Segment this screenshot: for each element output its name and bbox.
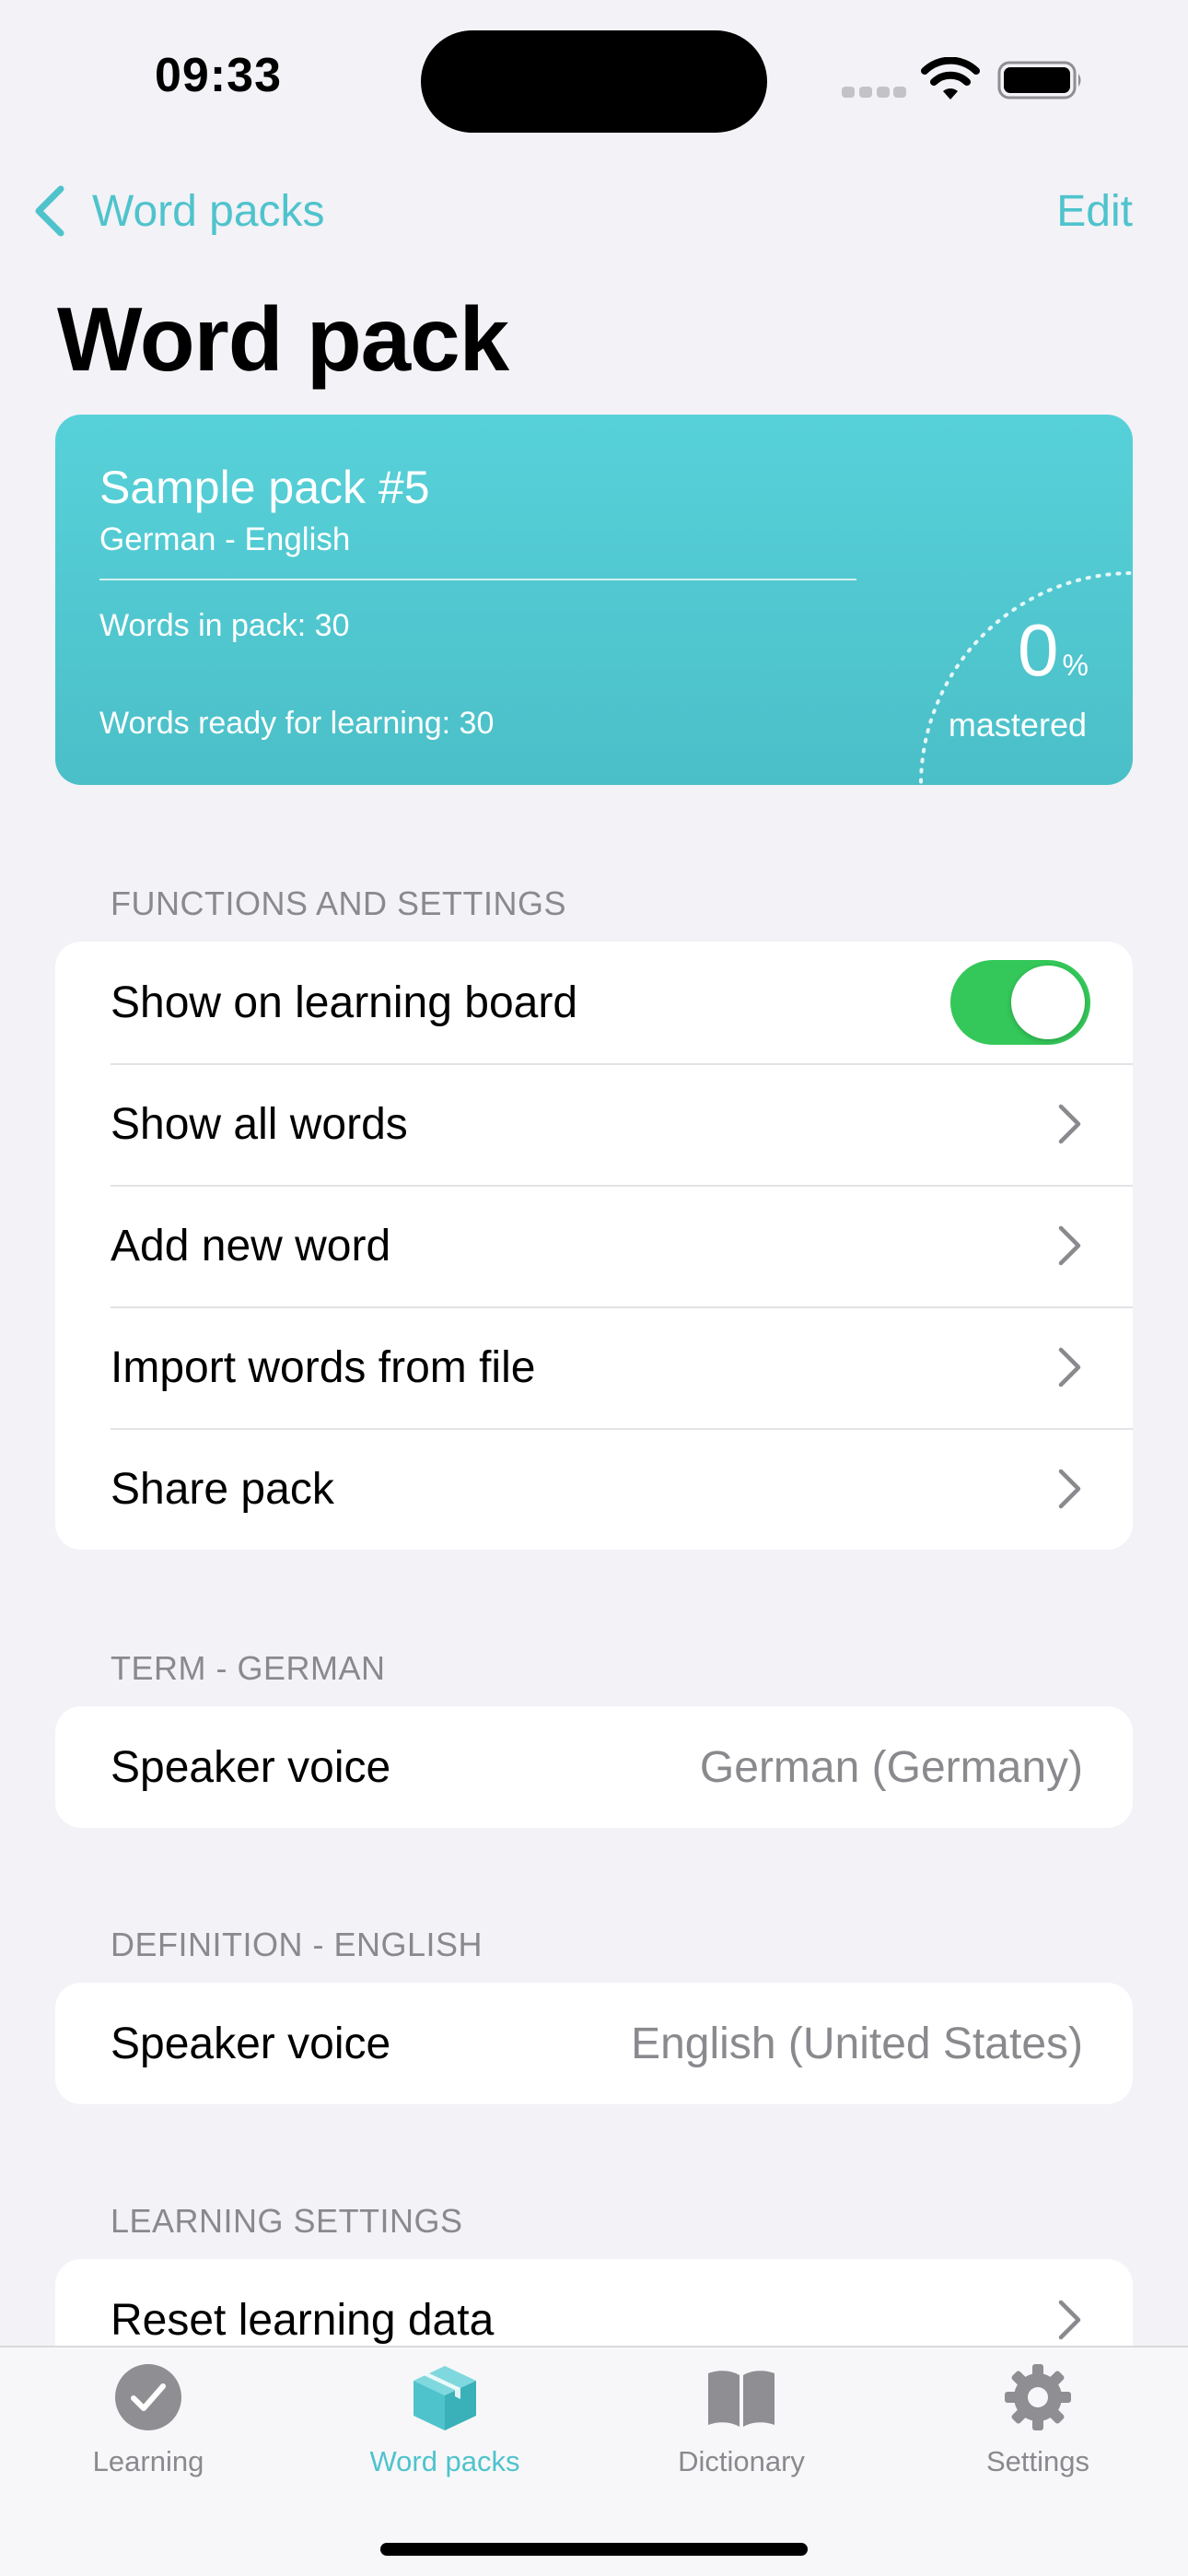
row-label: Reset learning data (111, 2295, 495, 2345)
tab-bar: Learning Word packs Dictionary Settings (0, 2346, 1188, 2576)
words-in-pack: Words in pack: 30 (99, 608, 350, 643)
row-label: Share pack (111, 1464, 334, 1514)
gear-icon (1005, 2364, 1071, 2430)
tab-word-packs[interactable]: Word packs (297, 2360, 593, 2508)
mastered-percent: 0 % (1018, 608, 1089, 693)
tab-settings[interactable]: Settings (890, 2360, 1186, 2508)
row-show-on-board: Show on learning board (55, 942, 1133, 1063)
row-share-pack[interactable]: Share pack (55, 1428, 1133, 1550)
row-label: Speaker voice (111, 1742, 391, 1792)
toggle-knob (1011, 966, 1085, 1039)
term-voice-value: German (Germany) (699, 1742, 1083, 1792)
cellular-signal-icon (842, 87, 906, 98)
definition-group: Speaker voice English (United States) (55, 1983, 1133, 2104)
chevron-right-icon (1058, 1225, 1081, 1266)
battery-icon (997, 61, 1081, 100)
term-group: Speaker voice German (Germany) (55, 1706, 1133, 1828)
words-ready: Words ready for learning: 30 (99, 706, 495, 741)
pack-name: Sample pack #5 (99, 462, 430, 513)
show-on-board-toggle[interactable] (950, 960, 1090, 1045)
row-show-all-words[interactable]: Show all words (55, 1063, 1133, 1185)
wifi-icon (921, 57, 980, 100)
functions-group: Show on learning board Show all words Ad… (55, 942, 1133, 1550)
card-divider (99, 579, 856, 580)
chevron-right-icon (1058, 2300, 1081, 2340)
row-label: Show all words (111, 1099, 408, 1149)
chevron-right-icon (1058, 1104, 1081, 1144)
home-indicator (380, 2543, 808, 2556)
page-title: Word pack (57, 288, 509, 390)
definition-voice-value: English (United States) (631, 2019, 1083, 2068)
tab-label: Dictionary (678, 2445, 805, 2477)
chevron-right-icon (1058, 1469, 1081, 1509)
tab-dictionary[interactable]: Dictionary (593, 2360, 890, 2508)
edit-button[interactable]: Edit (1056, 179, 1133, 243)
row-term-speaker-voice[interactable]: Speaker voice German (Germany) (55, 1706, 1133, 1828)
mastered-value: 0 (1018, 609, 1059, 691)
chevron-left-icon (35, 185, 64, 237)
tab-label: Settings (985, 2445, 1089, 2477)
dynamic-island (421, 30, 767, 133)
back-button-label: Word packs (92, 186, 325, 236)
pack-summary-card: Sample pack #5 German - English Words in… (55, 415, 1133, 785)
section-header-term: TERM - GERMAN (111, 1649, 386, 1687)
row-label: Add new word (111, 1221, 391, 1270)
screen: 09:33 Word packs Edit Word pack Sample p… (0, 0, 1188, 2576)
row-label: Speaker voice (111, 2019, 391, 2068)
mastered-label: mastered (948, 706, 1087, 744)
row-import-words[interactable]: Import words from file (55, 1306, 1133, 1428)
tab-learning[interactable]: Learning (0, 2360, 297, 2508)
row-label: Show on learning board (111, 978, 578, 1027)
back-button[interactable]: Word packs (31, 179, 325, 243)
status-time: 09:33 (155, 49, 282, 102)
section-header-definition: DEFINITION - ENGLISH (111, 1926, 483, 1963)
book-icon (708, 2371, 775, 2427)
tab-label: Learning (92, 2445, 204, 2477)
tab-label: Word packs (369, 2445, 520, 2477)
row-definition-speaker-voice[interactable]: Speaker voice English (United States) (55, 1983, 1133, 2104)
section-header-functions: FUNCTIONS AND SETTINGS (111, 884, 567, 922)
row-add-new-word[interactable]: Add new word (55, 1185, 1133, 1306)
package-box-icon (413, 2366, 476, 2430)
row-label: Import words from file (111, 1342, 536, 1392)
checkmark-circle-icon (115, 2364, 181, 2430)
mastered-unit: % (1062, 649, 1089, 682)
section-header-learning: LEARNING SETTINGS (111, 2202, 463, 2240)
chevron-right-icon (1058, 1347, 1081, 1388)
pack-languages: German - English (99, 521, 351, 557)
